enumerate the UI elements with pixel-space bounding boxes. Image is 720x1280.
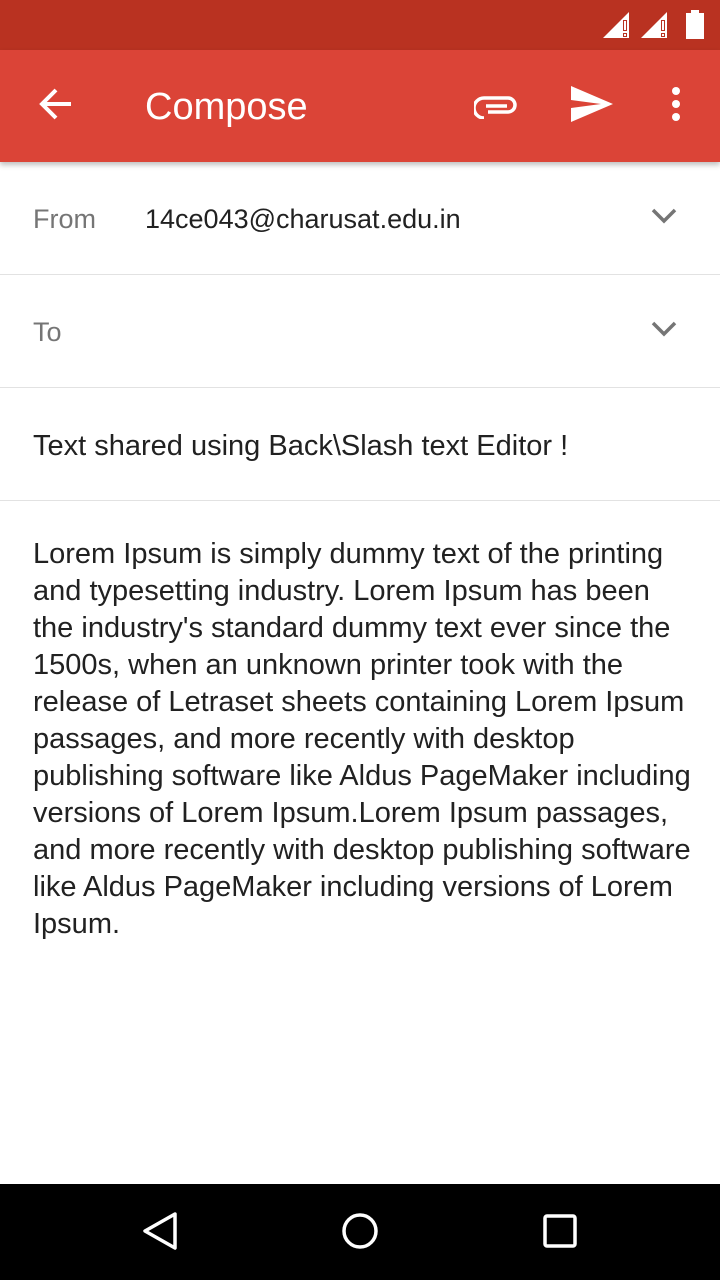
navigation-bar	[0, 1184, 720, 1280]
app-bar: Compose	[0, 50, 720, 162]
chevron-down-icon	[650, 320, 678, 343]
subject-field[interactable]: Text shared using Back\Slash text Editor…	[33, 428, 568, 464]
back-button[interactable]	[28, 78, 84, 134]
home-circle-icon	[340, 1211, 380, 1256]
chevron-down-icon	[650, 207, 678, 230]
signal-no-data-icon	[639, 10, 669, 45]
more-options-button[interactable]	[656, 78, 696, 134]
to-row: To	[0, 275, 720, 388]
body-field[interactable]: Lorem Ipsum is simply dummy text of the …	[33, 536, 693, 943]
back-triangle-icon	[141, 1211, 179, 1256]
attach-icon	[472, 93, 518, 124]
nav-home-button[interactable]	[335, 1208, 385, 1258]
attach-button[interactable]	[468, 80, 524, 136]
send-icon	[570, 85, 614, 128]
from-dropdown-button[interactable]	[644, 198, 684, 238]
back-arrow-icon	[38, 86, 74, 127]
from-field[interactable]: 14ce043@charusat.edu.in	[145, 202, 461, 236]
from-row: From 14ce043@charusat.edu.in	[0, 162, 720, 275]
recents-square-icon	[542, 1213, 578, 1254]
from-label: From	[33, 204, 96, 234]
to-field[interactable]	[145, 315, 625, 349]
status-bar	[0, 0, 720, 50]
to-dropdown-button[interactable]	[644, 311, 684, 351]
more-vert-icon	[670, 86, 682, 127]
nav-recents-button[interactable]	[535, 1208, 585, 1258]
nav-back-button[interactable]	[135, 1208, 185, 1258]
signal-no-data-icon	[601, 10, 631, 45]
to-label: To	[33, 317, 62, 347]
page-title: Compose	[145, 86, 308, 128]
send-button[interactable]	[564, 78, 620, 134]
battery-icon	[684, 10, 706, 45]
